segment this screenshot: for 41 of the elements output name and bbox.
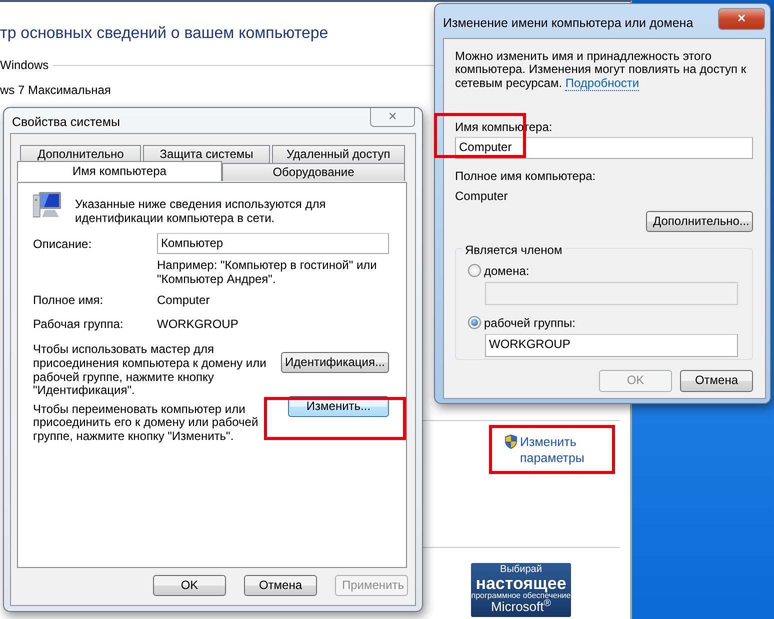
option-label: рабочей группы: [484, 314, 576, 332]
membership-field[interactable] [485, 282, 738, 305]
computer-icon [33, 191, 63, 219]
details-link[interactable]: Подробности [565, 76, 640, 91]
membership-field[interactable]: WORKGROUP [485, 334, 738, 357]
field-label: Полное имя компьютера: [455, 168, 597, 185]
close-button[interactable]: ✕ [718, 8, 765, 30]
dialog-button[interactable]: Отмена [244, 575, 317, 596]
radio-button[interactable] [468, 264, 481, 278]
field-value: WORKGROUP [157, 316, 240, 334]
field-value: Computer [157, 292, 211, 310]
action-button[interactable]: Идентификация... [281, 352, 389, 374]
field-label: Рабочая группа: [33, 316, 124, 334]
description-field[interactable]: Компьютер [157, 233, 389, 254]
section-label: Windows [0, 57, 49, 74]
shield-icon [504, 434, 518, 450]
window-title: Свойства системы [12, 114, 120, 131]
option-label: домена: [484, 262, 530, 280]
field-label: Описание: [33, 236, 93, 253]
page-heading: тр основных сведений о вашем компьютере [0, 24, 328, 44]
tab[interactable]: Имя компьютера [17, 161, 222, 181]
tab[interactable]: Защита системы [143, 145, 270, 163]
change-settings-link[interactable]: Изменить параметры [520, 434, 604, 466]
window-title: Изменение имени компьютера или домена [443, 15, 694, 32]
example-text: Например: "Компьютер в гостиной" или "Компьютер Андрея". [157, 259, 378, 286]
edition-text: ws 7 Максимальная [0, 82, 111, 99]
dialog-button[interactable]: OK [153, 575, 226, 596]
tab[interactable]: Оборудование [222, 163, 405, 181]
genuine-microsoft-badge: Выбирай настоящее программное обеспечение Microsoft$^{®}$ [471, 563, 571, 617]
description-text: Можно изменить имя и принадлежность этого компьютера. Изменения могут повлиять на доступ к сетевым ресурсам. Подробности [455, 50, 748, 90]
more-button[interactable]: Дополнительно... [646, 210, 753, 232]
tab[interactable]: Удаленный доступ [272, 145, 405, 163]
radio-button[interactable] [468, 316, 481, 330]
intro-text: Указанные ниже сведения используются для идентификации компьютера в сети. [75, 198, 327, 226]
instruction-text: Чтобы использовать мастер для присоединения компьютера к домену или рабочей группе, нажмите кнопку "Идентификация". [33, 343, 268, 398]
dialog-button[interactable]: Отмена [680, 370, 753, 392]
field-value: Computer [455, 188, 509, 205]
field-label: Полное имя: [33, 292, 104, 310]
close-button[interactable]: ✕ [370, 108, 415, 127]
computer-name-field[interactable]: Computer [455, 136, 753, 159]
instruction-text: Чтобы переименовать компьютер или присоединить его к домену или рабочей группе, нажмите кнопку "Изменить". [33, 402, 260, 444]
